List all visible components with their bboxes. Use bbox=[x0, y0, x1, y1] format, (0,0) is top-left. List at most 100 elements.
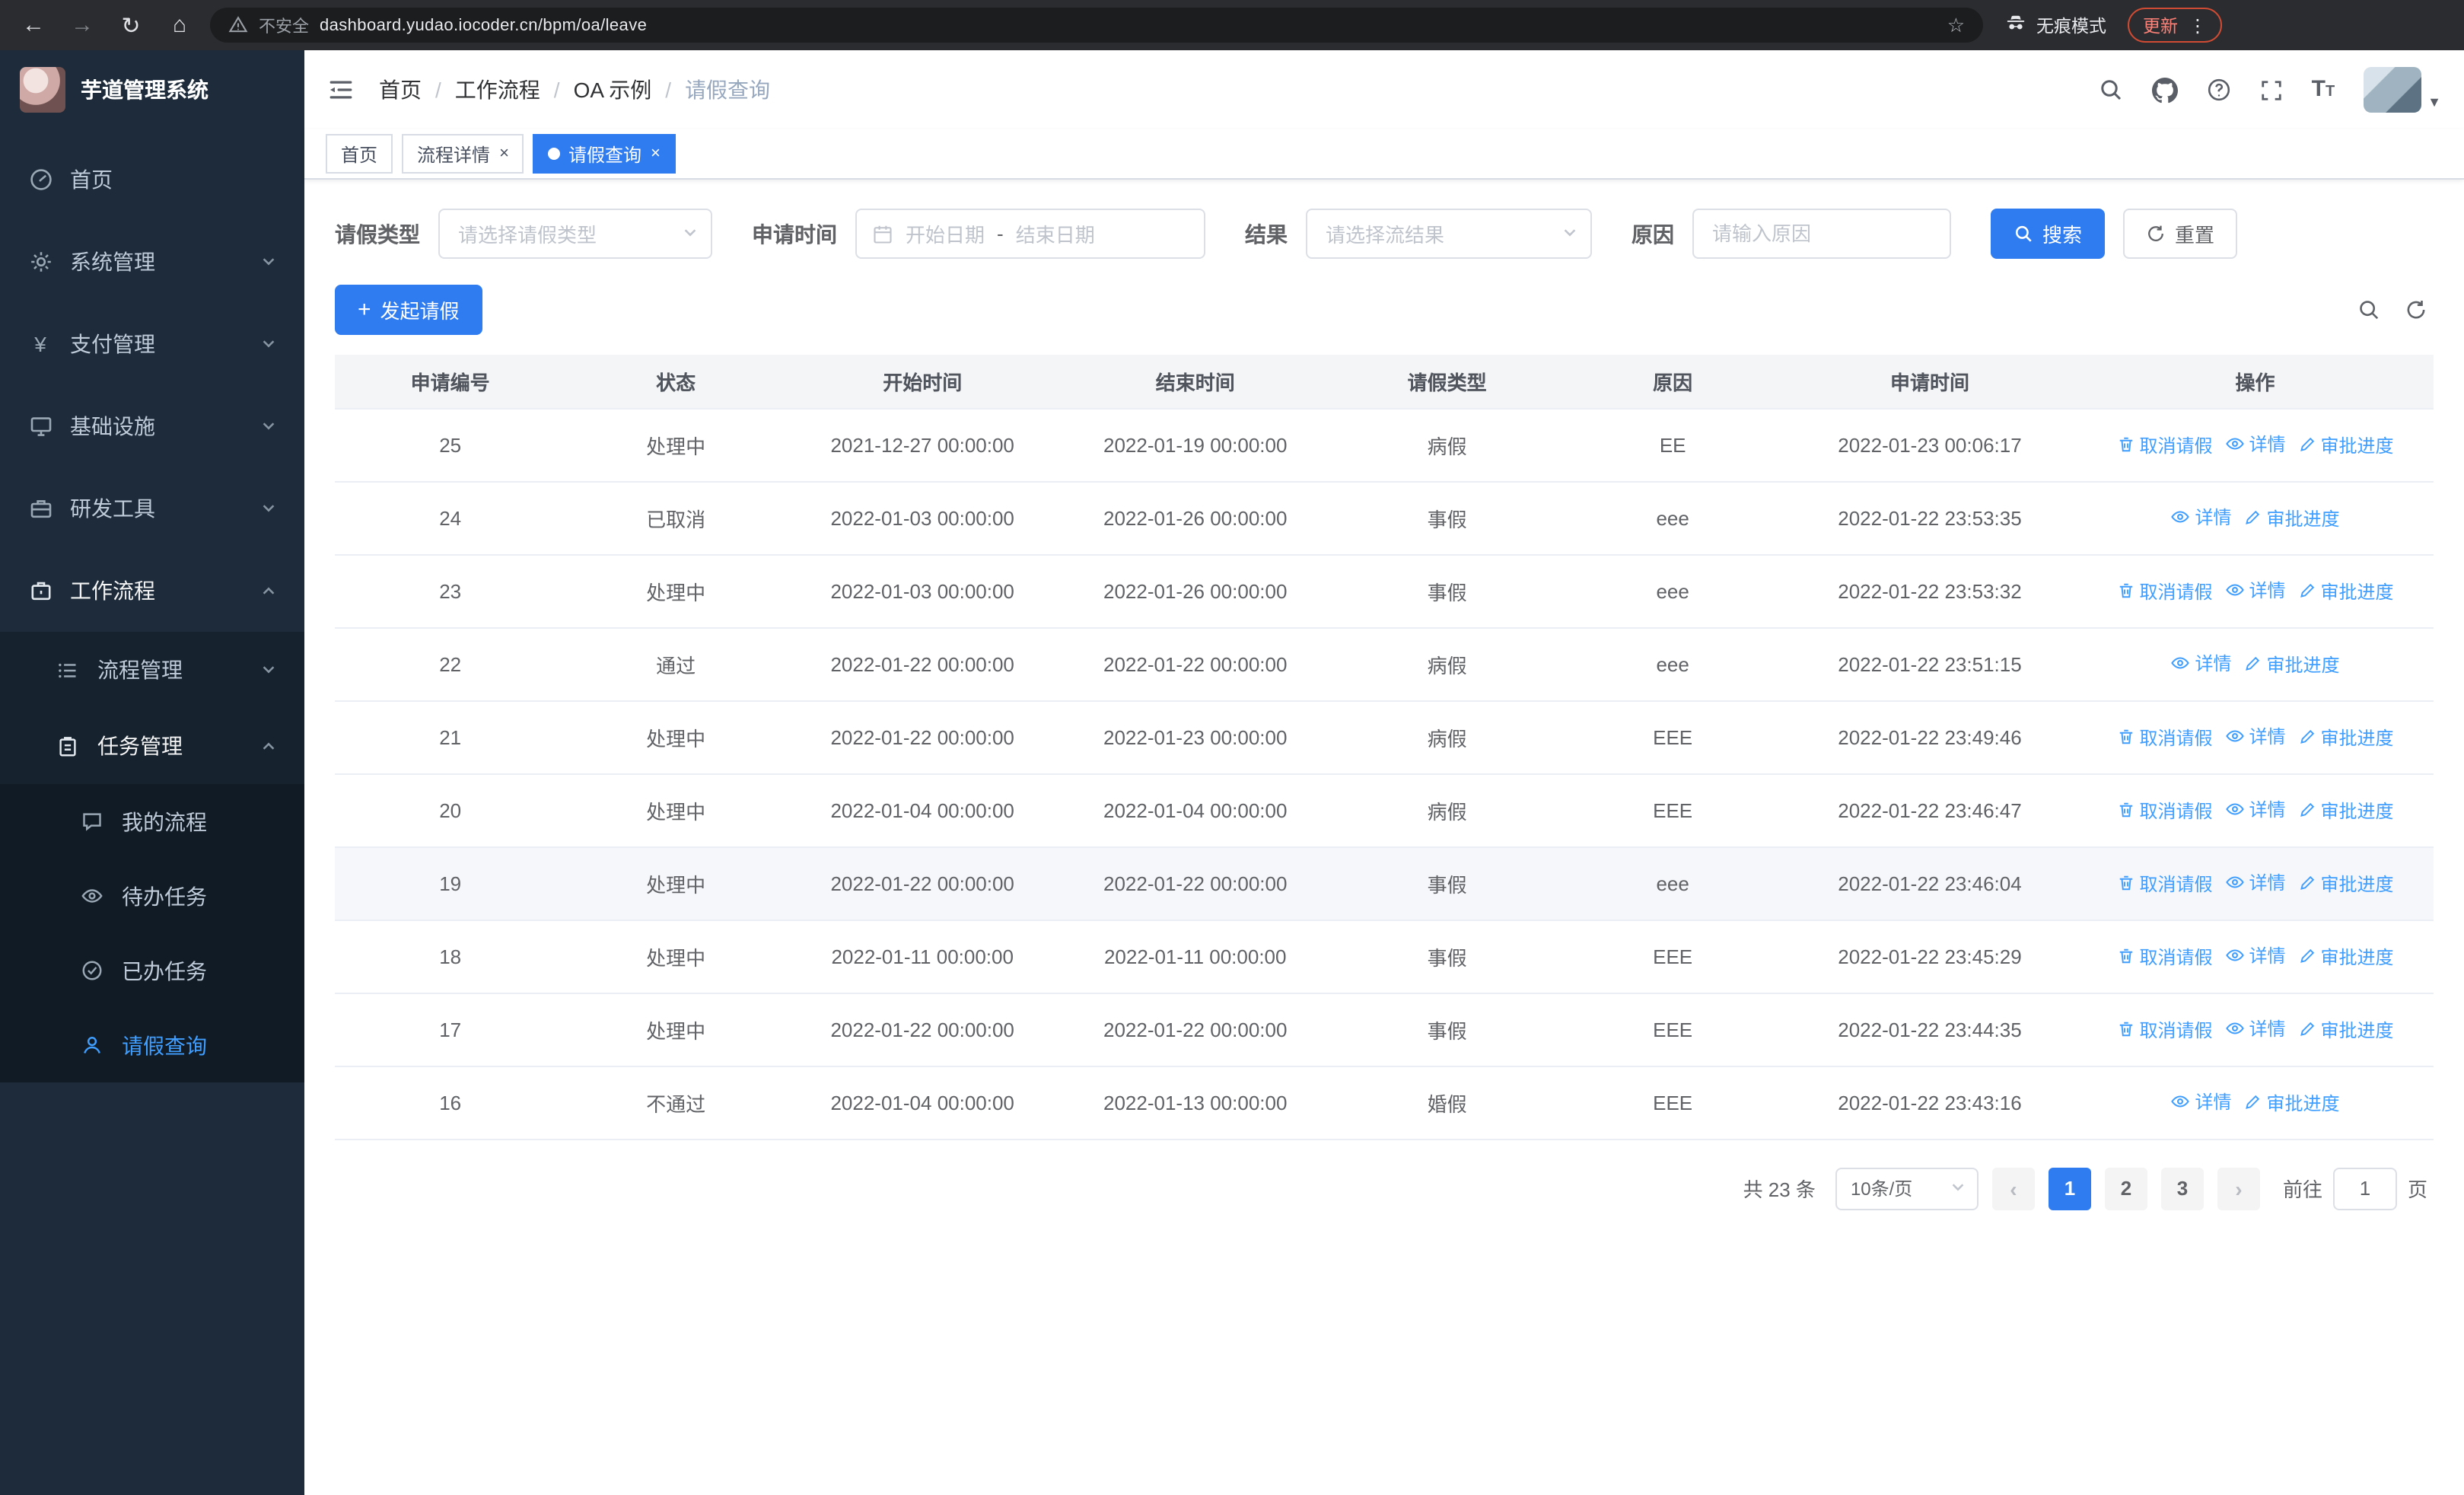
page-button-2[interactable]: 2 bbox=[2104, 1167, 2147, 1210]
date-range-picker[interactable]: 开始日期 - 结束日期 bbox=[855, 209, 1205, 259]
row-action-detail-link[interactable]: 详情 bbox=[2225, 723, 2286, 749]
row-action-progress-link[interactable]: 审批进度 bbox=[2244, 505, 2340, 531]
leave-type-select[interactable]: 请选择请假类型 bbox=[438, 209, 712, 259]
page-button-3[interactable]: 3 bbox=[2160, 1167, 2204, 1210]
row-action-progress-link[interactable]: 审批进度 bbox=[2298, 943, 2394, 969]
sidebar-item-done-tasks[interactable]: 已办任务 bbox=[0, 933, 304, 1008]
row-action-cancel-link[interactable]: 取消请假 bbox=[2116, 1016, 2213, 1042]
sidebar-item-my-process[interactable]: 我的流程 bbox=[0, 784, 304, 859]
row-action-progress-link[interactable]: 审批进度 bbox=[2244, 651, 2340, 677]
address-bar[interactable]: 不安全 dashboard.yudao.iocoder.cn/bpm/oa/le… bbox=[210, 8, 1983, 43]
create-leave-button[interactable]: + 发起请假 bbox=[335, 285, 482, 335]
result-select[interactable]: 请选择流结果 bbox=[1306, 209, 1592, 259]
gear-icon bbox=[27, 250, 53, 274]
cell-start: 2022-01-22 00:00:00 bbox=[785, 700, 1059, 774]
breadcrumb-item[interactable]: 工作流程 bbox=[455, 75, 540, 105]
fullscreen-icon[interactable] bbox=[2260, 78, 2283, 101]
font-size-icon[interactable]: TT bbox=[2312, 78, 2335, 102]
row-action-progress-link[interactable]: 审批进度 bbox=[2298, 432, 2394, 457]
tab-process-detail[interactable]: 流程详情 × bbox=[402, 134, 524, 174]
sidebar-item-task-mgmt[interactable]: 任务管理 bbox=[0, 708, 304, 784]
tab-leave-query[interactable]: 请假查询 × bbox=[533, 134, 676, 174]
breadcrumb-item[interactable]: OA 示例 bbox=[574, 75, 652, 105]
sidebar-collapse-icon[interactable] bbox=[327, 76, 355, 104]
cell-type: 事假 bbox=[1332, 554, 1563, 628]
sidebar-item-label: 首页 bbox=[70, 167, 113, 192]
row-action-cancel-link[interactable]: 取消请假 bbox=[2116, 943, 2213, 969]
row-action-cancel-link[interactable]: 取消请假 bbox=[2116, 724, 2213, 750]
cell-start: 2022-01-22 00:00:00 bbox=[785, 627, 1059, 701]
row-action-detail-link[interactable]: 详情 bbox=[2170, 650, 2232, 676]
row-action-progress-link[interactable]: 审批进度 bbox=[2298, 578, 2394, 604]
col-header-id: 申请编号 bbox=[335, 355, 566, 409]
prev-page-button[interactable]: ‹ bbox=[1991, 1167, 2035, 1210]
browser-reload-button[interactable]: ↻ bbox=[113, 7, 149, 43]
row-action-cancel-link[interactable]: 取消请假 bbox=[2116, 797, 2213, 823]
search-toggle-icon[interactable] bbox=[2357, 298, 2380, 321]
bookmark-star-icon[interactable]: ☆ bbox=[1947, 13, 1965, 37]
cell-start: 2022-01-22 00:00:00 bbox=[785, 993, 1059, 1066]
table-refresh-icon[interactable] bbox=[2405, 298, 2427, 321]
cell-applied: 2022-01-22 23:43:16 bbox=[1782, 1066, 2077, 1140]
browser-menu-icon[interactable]: ⋮ bbox=[2189, 14, 2207, 36]
sidebar-item-home[interactable]: 首页 bbox=[0, 139, 304, 221]
sidebar-item-payment[interactable]: ¥ 支付管理 bbox=[0, 303, 304, 385]
chevron-down-icon bbox=[260, 414, 277, 438]
table-row: 16 不通过 2022-01-04 00:00:00 2022-01-13 00:00… bbox=[335, 1066, 2434, 1140]
reset-button[interactable]: 重置 bbox=[2123, 209, 2238, 259]
sidebar-item-label: 已办任务 bbox=[122, 958, 207, 983]
row-action-cancel-link[interactable]: 取消请假 bbox=[2116, 432, 2213, 457]
close-icon[interactable]: × bbox=[651, 145, 661, 163]
sidebar-item-process-mgmt[interactable]: 流程管理 bbox=[0, 632, 304, 708]
row-action-progress-link[interactable]: 审批进度 bbox=[2244, 1089, 2340, 1115]
row-action-detail-link[interactable]: 详情 bbox=[2225, 1015, 2286, 1041]
incognito-badge: 无痕模式 bbox=[1995, 13, 2115, 37]
page-button-1[interactable]: 1 bbox=[2048, 1167, 2091, 1210]
row-action-progress-link[interactable]: 审批进度 bbox=[2298, 797, 2394, 823]
sidebar-item-devtools[interactable]: 研发工具 bbox=[0, 467, 304, 550]
row-action-detail-link[interactable]: 详情 bbox=[2170, 504, 2232, 530]
sidebar-item-infra[interactable]: 基础设施 bbox=[0, 385, 304, 467]
sidebar-item-system[interactable]: 系统管理 bbox=[0, 221, 304, 303]
search-button[interactable]: 搜索 bbox=[1991, 209, 2106, 259]
reason-input[interactable] bbox=[1692, 209, 1951, 259]
workflow-submenu: 流程管理 任务管理 我的流程 待办任务 已办任务 请假查询 bbox=[0, 632, 304, 1082]
sidebar-item-workflow[interactable]: 工作流程 bbox=[0, 550, 304, 632]
row-action-cancel-link[interactable]: 取消请假 bbox=[2116, 870, 2213, 896]
user-menu[interactable]: ▼ bbox=[2364, 67, 2441, 113]
row-action-detail-link[interactable]: 详情 bbox=[2225, 942, 2286, 968]
top-navbar: 首页 / 工作流程 / OA 示例 / 请假查询 TT ▼ bbox=[304, 50, 2464, 129]
cell-applied: 2022-01-22 23:46:47 bbox=[1782, 773, 2077, 847]
sidebar-item-todo-tasks[interactable]: 待办任务 bbox=[0, 859, 304, 933]
help-icon[interactable] bbox=[2207, 78, 2231, 102]
browser-home-button[interactable]: ⌂ bbox=[161, 7, 198, 43]
search-icon[interactable] bbox=[2099, 78, 2123, 102]
next-page-button[interactable]: › bbox=[2217, 1167, 2260, 1210]
row-action-progress-link[interactable]: 审批进度 bbox=[2298, 724, 2394, 750]
row-action-detail-link[interactable]: 详情 bbox=[2170, 1089, 2232, 1114]
row-action-detail-link[interactable]: 详情 bbox=[2225, 431, 2286, 457]
cell-type: 事假 bbox=[1332, 846, 1563, 920]
github-icon[interactable] bbox=[2151, 77, 2178, 103]
row-action-cancel-link[interactable]: 取消请假 bbox=[2116, 578, 2213, 604]
row-action-progress-link[interactable]: 审批进度 bbox=[2298, 870, 2394, 896]
sidebar-item-leave-query[interactable]: 请假查询 bbox=[0, 1008, 304, 1082]
page-size-select[interactable]: 10条/页 bbox=[1835, 1167, 1979, 1210]
browser-update-button[interactable]: 更新 ⋮ bbox=[2128, 8, 2222, 43]
row-action-detail-link[interactable]: 详情 bbox=[2225, 796, 2286, 822]
browser-forward-button[interactable]: → bbox=[64, 7, 100, 43]
row-action-progress-link[interactable]: 审批进度 bbox=[2298, 1016, 2394, 1042]
sidebar-item-label: 研发工具 bbox=[70, 496, 155, 521]
cell-type: 病假 bbox=[1332, 408, 1563, 482]
close-icon[interactable]: × bbox=[499, 145, 509, 163]
briefcase-icon bbox=[27, 579, 53, 603]
row-action-detail-link[interactable]: 详情 bbox=[2225, 577, 2286, 603]
cell-status: 处理中 bbox=[565, 773, 786, 847]
sidebar-logo[interactable]: 芋道管理系统 bbox=[0, 50, 304, 129]
breadcrumb-item[interactable]: 首页 bbox=[379, 75, 422, 105]
active-tab-dot bbox=[548, 148, 561, 160]
tab-home[interactable]: 首页 bbox=[326, 134, 393, 174]
browser-back-button[interactable]: ← bbox=[15, 7, 52, 43]
goto-page-input[interactable] bbox=[2332, 1167, 2397, 1210]
row-action-detail-link[interactable]: 详情 bbox=[2225, 869, 2286, 895]
